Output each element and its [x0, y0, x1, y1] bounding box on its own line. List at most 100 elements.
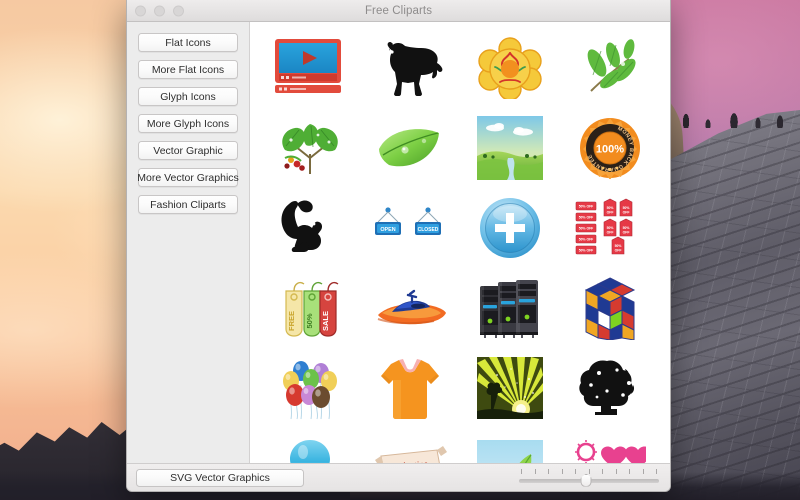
clipart-heart-shapes[interactable]	[560, 428, 660, 463]
window-titlebar[interactable]: Free Cliparts	[127, 0, 670, 22]
clipart-landscape-scene[interactable]	[460, 108, 560, 188]
slider-tick	[534, 468, 536, 474]
svg-text:FREE: FREE	[287, 311, 296, 331]
blue-leaf-scene-clipart	[477, 440, 543, 463]
clipart-valentine-banner[interactable]: Valentine	[360, 428, 460, 463]
floral-mandala-clipart	[478, 37, 542, 99]
sidebar-item-vector-graphic[interactable]: Vector Graphic	[138, 141, 238, 160]
svg-text:50%: 50%	[607, 226, 614, 230]
clipart-jet-ski[interactable]	[360, 268, 460, 348]
clipart-balloons[interactable]	[260, 348, 360, 428]
svg-text:50% OFF: 50% OFF	[579, 216, 594, 220]
dog-silhouette-clipart	[387, 42, 443, 96]
svg-vector-graphics-button[interactable]: SVG Vector Graphics	[136, 468, 304, 487]
clipart-open-closed-signs[interactable]: OPEN CLOSED	[360, 188, 460, 268]
blue-plus-button-clipart	[480, 198, 540, 258]
minimize-button[interactable]	[154, 5, 165, 16]
clipart-leafy-berry-branch[interactable]	[260, 108, 360, 188]
squirrel-silhouette-clipart	[281, 200, 323, 252]
server-rack-clipart	[480, 280, 538, 338]
tree-silhouette-clipart	[579, 360, 635, 415]
rubiks-cube-clipart	[584, 277, 636, 340]
slider-thumb[interactable]	[580, 473, 592, 487]
clipart-blue-bulb[interactable]	[260, 428, 360, 463]
clipart-gallery[interactable]: MONEY BACK GUARANTEE 100%	[250, 22, 670, 463]
valentine-banner-clipart: Valentine	[375, 446, 447, 463]
svg-text:OFF: OFF	[623, 211, 630, 215]
slider-tick	[575, 468, 576, 474]
svg-text:OFF: OFF	[607, 211, 614, 215]
slider-tick	[629, 468, 630, 474]
clipart-single-leaf[interactable]	[360, 108, 460, 188]
money-back-badge-clipart: MONEY BACK GUARANTEE 100%	[580, 118, 640, 179]
clipart-tshirt[interactable]	[360, 348, 460, 428]
open-closed-signs-clipart: OPEN CLOSED	[375, 207, 441, 235]
sidebar-item-more-flat-icons[interactable]: More Flat Icons	[138, 60, 238, 79]
clipart-blue-plus-button[interactable]	[460, 188, 560, 268]
svg-text:50%: 50%	[305, 313, 314, 328]
clipart-video-player[interactable]	[260, 28, 360, 108]
slider-tick	[548, 468, 549, 474]
red-sale-tags-clipart: 50% OFF 50% OFF 50% OFF 50% OFF 50% OFF …	[575, 198, 633, 255]
clipart-dog-silhouette[interactable]	[360, 28, 460, 108]
blue-bulb-clipart	[290, 440, 330, 463]
traffic-light-group	[135, 5, 184, 16]
sidebar-item-more-vector-graphics[interactable]: More Vector Graphics	[137, 168, 239, 187]
window-title: Free Cliparts	[364, 4, 433, 17]
sunburst-landscape-clipart	[477, 357, 543, 419]
slider-tick	[561, 468, 563, 474]
clipart-sunburst-landscape[interactable]	[460, 348, 560, 428]
heart-shapes-clipart	[575, 440, 646, 463]
balloons-clipart	[283, 361, 337, 420]
clipart-squirrel-silhouette[interactable]	[260, 188, 360, 268]
sidebar-item-glyph-icons[interactable]: Glyph Icons	[138, 87, 238, 106]
leafy-berry-branch-clipart	[282, 124, 338, 174]
sidebar-item-more-glyph-icons[interactable]: More Glyph Icons	[138, 114, 238, 133]
clipart-blue-leaf-scene[interactable]	[460, 428, 560, 463]
svg-text:OFF: OFF	[607, 231, 614, 235]
zoom-button[interactable]	[173, 5, 184, 16]
svg-text:OFF: OFF	[623, 231, 630, 235]
clipart-price-tags[interactable]: FREE 50% SALE	[260, 268, 360, 348]
svg-text:50%: 50%	[623, 226, 630, 230]
slider-tick	[602, 468, 603, 474]
close-button[interactable]	[135, 5, 146, 16]
clipart-red-sale-tags[interactable]: 50% OFF 50% OFF 50% OFF 50% OFF 50% OFF …	[560, 188, 660, 268]
svg-text:50% OFF: 50% OFF	[579, 249, 594, 253]
slider-tick	[588, 468, 590, 474]
tshirt-clipart	[381, 359, 439, 419]
clipart-money-back-badge[interactable]: MONEY BACK GUARANTEE 100%	[560, 108, 660, 188]
clipart-server-rack[interactable]	[460, 268, 560, 348]
video-player-clipart	[275, 39, 341, 93]
landscape-scene-clipart	[477, 116, 543, 180]
window-body: Flat Icons More Flat Icons Glyph Icons M…	[127, 22, 670, 463]
slider-tick	[642, 468, 644, 474]
svg-text:50%: 50%	[623, 206, 630, 210]
single-leaf-clipart	[379, 129, 439, 167]
svg-text:50% OFF: 50% OFF	[579, 205, 594, 209]
svg-text:SALE: SALE	[321, 311, 330, 331]
clipart-floral-mandala[interactable]	[460, 28, 560, 108]
clipart-leaf-branch[interactable]	[560, 28, 660, 108]
slider-tick	[656, 468, 657, 474]
slider-tick	[521, 468, 522, 474]
bottom-toolbar: SVG Vector Graphics	[127, 463, 670, 491]
leaf-branch-clipart	[587, 39, 636, 92]
slider-tick	[615, 468, 617, 474]
svg-text:100%: 100%	[596, 144, 624, 156]
svg-text:50%: 50%	[615, 244, 622, 248]
svg-text:50% OFF: 50% OFF	[579, 238, 594, 242]
svg-text:CLOSED: CLOSED	[418, 227, 439, 233]
clipart-rubiks-cube[interactable]	[560, 268, 660, 348]
svg-text:50%: 50%	[607, 206, 614, 210]
sidebar-item-fashion-cliparts[interactable]: Fashion Cliparts	[138, 195, 238, 214]
price-tags-clipart: FREE 50% SALE	[285, 282, 339, 337]
svg-text:50% OFF: 50% OFF	[579, 227, 594, 231]
clipart-tree-silhouette[interactable]	[560, 348, 660, 428]
sidebar: Flat Icons More Flat Icons Glyph Icons M…	[127, 22, 250, 463]
svg-text:OPEN: OPEN	[380, 227, 395, 233]
zoom-slider[interactable]	[519, 468, 659, 488]
clipart-grid: MONEY BACK GUARANTEE 100%	[250, 22, 670, 463]
slider-ticks	[521, 468, 657, 474]
sidebar-item-flat-icons[interactable]: Flat Icons	[138, 33, 238, 52]
